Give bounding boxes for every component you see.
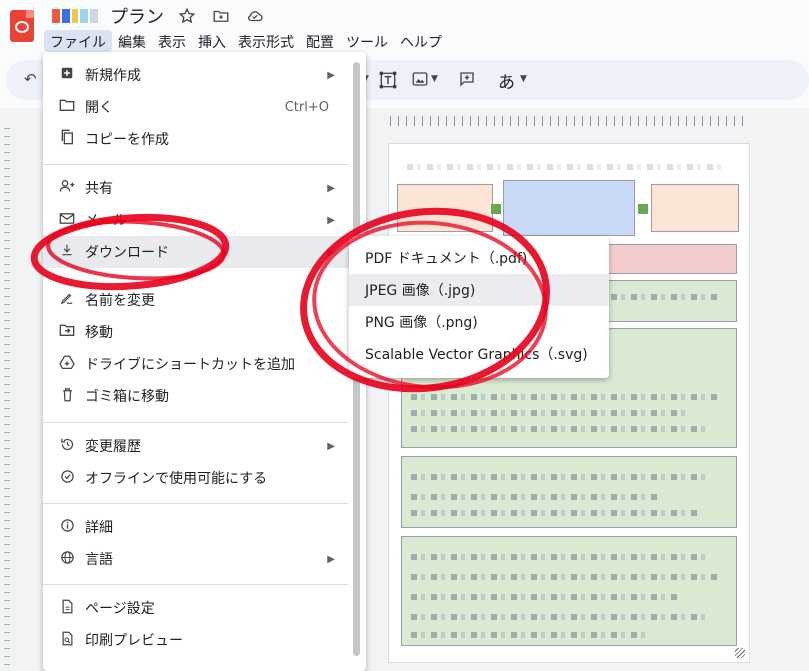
menu-item-trash[interactable]: ゴミ箱に移動: [43, 380, 353, 412]
doc-title-obscured: [52, 8, 98, 24]
menu-item-download[interactable]: ダウンロード ▶: [43, 236, 353, 268]
folder-icon: [55, 98, 79, 116]
move-folder-icon[interactable]: [210, 5, 232, 27]
download-pdf-option[interactable]: PDF ドキュメント（.pdf): [349, 242, 609, 274]
drive-shortcut-icon: [55, 355, 79, 373]
diagram-box[interactable]: [401, 536, 737, 646]
image-icon[interactable]: [411, 70, 429, 92]
add-comment-icon[interactable]: [458, 70, 476, 92]
info-icon: [55, 518, 79, 537]
menu-item-new[interactable]: 新規作成 ▶: [43, 59, 353, 91]
menu-item-details[interactable]: 詳細: [43, 511, 353, 543]
submenu-arrow-icon: ▶: [327, 246, 335, 258]
text-style-button[interactable]: あ: [498, 68, 515, 93]
file-menu: 新規作成 ▶ 開く Ctrl+O コピーを作成 共有 ▶ メール ▶ ダウンロー…: [43, 52, 366, 671]
menu-tools[interactable]: ツール: [340, 30, 394, 52]
print-preview-icon: [55, 631, 79, 650]
globe-icon: [55, 550, 79, 569]
menu-divider: [43, 164, 348, 165]
menu-item-move[interactable]: 移動: [43, 316, 353, 348]
menu-file[interactable]: ファイル: [44, 30, 112, 52]
menu-item-email[interactable]: メール ▶: [43, 204, 353, 236]
menu-arrange[interactable]: 配置: [300, 30, 340, 52]
cloud-status-icon[interactable]: [244, 5, 266, 27]
slide-page[interactable]: [388, 143, 750, 663]
share-icon: [55, 179, 79, 197]
vertical-ruler: [4, 128, 10, 668]
menu-item-rename[interactable]: 名前を変更: [43, 284, 353, 316]
arrow-connector: [491, 204, 501, 214]
diagram-box[interactable]: [651, 184, 739, 232]
menu-item-offline[interactable]: オフラインで使用可能にする: [43, 462, 353, 494]
submenu-arrow-icon: ▶: [327, 182, 335, 194]
menu-item-add-shortcut[interactable]: ドライブにショートカットを追加: [43, 348, 353, 380]
menu-item-share[interactable]: 共有 ▶: [43, 172, 353, 204]
rename-icon: [55, 291, 79, 309]
shortcut-label: Ctrl+O: [284, 99, 329, 115]
offline-icon: [55, 469, 79, 488]
diagram-box[interactable]: [503, 180, 635, 236]
download-icon: [55, 243, 79, 261]
download-jpeg-option[interactable]: JPEG 画像（.jpg): [349, 274, 609, 306]
menu-item-page-setup[interactable]: ページ設定: [43, 592, 353, 624]
menu-help[interactable]: ヘルプ: [394, 30, 448, 52]
slides-logo-icon[interactable]: [10, 10, 34, 42]
menu-item-print-preview[interactable]: 印刷プレビュー: [43, 624, 353, 656]
menu-view[interactable]: 表示: [152, 30, 192, 52]
submenu-arrow-icon: ▶: [327, 69, 335, 81]
diagram-box[interactable]: [401, 456, 737, 528]
star-icon[interactable]: [176, 5, 198, 27]
menu-divider: [43, 584, 348, 585]
menu-insert[interactable]: 挿入: [192, 30, 232, 52]
image-dropdown-icon[interactable]: ▼: [431, 74, 438, 84]
submenu-arrow-icon: ▶: [327, 214, 335, 226]
menu-item-version-history[interactable]: 変更履歴 ▶: [43, 430, 353, 462]
horizontal-ruler: [390, 116, 750, 126]
trash-icon: [55, 387, 79, 406]
app-window: プラン ファイル 編集 表示 挿入 表示形式 配置 ツール ヘルプ ↶ ▼ ▼: [0, 0, 809, 671]
download-submenu: PDF ドキュメント（.pdf) JPEG 画像（.jpg) PNG 画像（.p…: [349, 236, 609, 378]
arrow-connector: [638, 204, 648, 214]
menu-divider: [43, 503, 348, 504]
undo-icon[interactable]: ↶: [24, 70, 37, 88]
move-icon: [55, 323, 79, 341]
page-setup-icon: [55, 599, 79, 618]
history-icon: [55, 437, 79, 456]
copy-icon: [55, 129, 79, 149]
download-png-option[interactable]: PNG 画像（.png): [349, 306, 609, 338]
new-icon: [55, 66, 79, 84]
text-style-dropdown-icon[interactable]: ▼: [520, 74, 527, 84]
menu-item-language[interactable]: 言語 ▶: [43, 543, 353, 575]
download-svg-option[interactable]: Scalable Vector Graphics（.svg): [349, 338, 609, 370]
text-box-icon[interactable]: [378, 70, 398, 94]
doc-title[interactable]: プラン: [110, 3, 164, 29]
diagram-box[interactable]: [397, 184, 493, 232]
menu-format[interactable]: 表示形式: [232, 30, 300, 52]
menu-edit[interactable]: 編集: [112, 30, 152, 52]
submenu-arrow-icon: ▶: [327, 440, 335, 452]
menu-bar: ファイル 編集 表示 挿入 表示形式 配置 ツール ヘルプ: [44, 30, 448, 52]
title-row: プラン: [52, 4, 266, 28]
submenu-arrow-icon: ▶: [327, 553, 335, 565]
menu-item-copy[interactable]: コピーを作成: [43, 123, 353, 155]
menu-divider: [43, 422, 348, 423]
resize-handle[interactable]: [735, 648, 745, 658]
menu-item-open[interactable]: 開く Ctrl+O: [43, 91, 353, 123]
mail-icon: [55, 212, 79, 229]
